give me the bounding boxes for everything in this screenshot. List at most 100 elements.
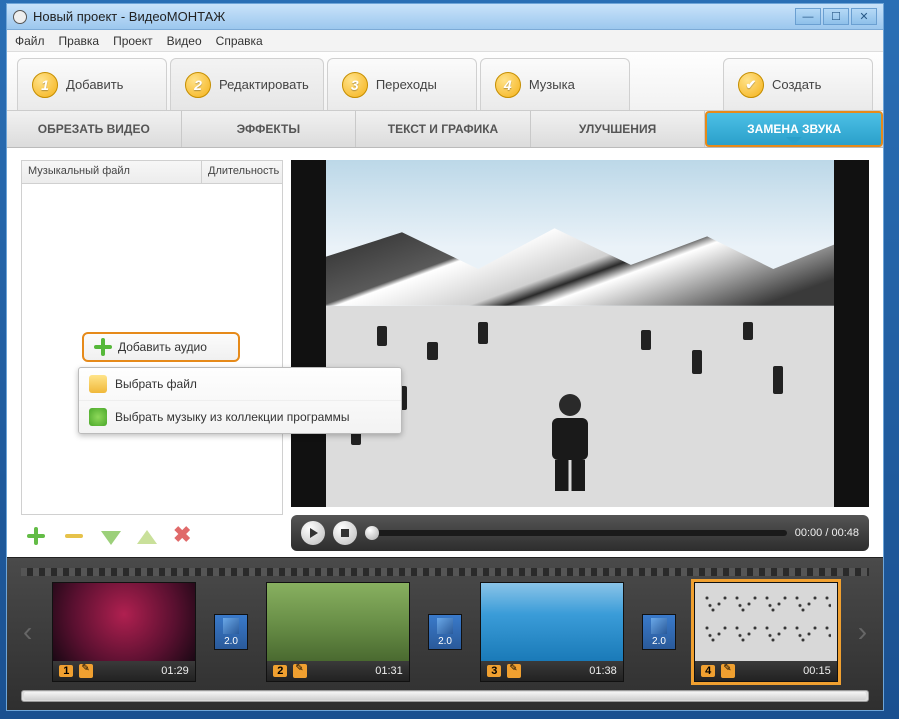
- window-title: Новый проект - ВидеоМОНТАЖ: [33, 9, 795, 24]
- step-music[interactable]: 4 Музыка: [480, 58, 630, 110]
- tab-improvements[interactable]: УЛУЧШЕНИЯ: [531, 111, 706, 147]
- step-label: Переходы: [376, 77, 437, 92]
- add-icon[interactable]: [25, 525, 47, 547]
- clip-duration: 01:29: [161, 665, 189, 677]
- audio-list-body: Добавить аудио с диска Выбрать файл Выбр…: [21, 184, 283, 515]
- dropdown-choose-library[interactable]: Выбрать музыку из коллекции программы: [79, 401, 401, 433]
- step-label: Музыка: [529, 77, 575, 92]
- step-number-icon: 2: [185, 72, 211, 98]
- clip-number: 4: [701, 665, 715, 677]
- plus-icon: [94, 338, 112, 356]
- edit-clip-icon[interactable]: [507, 664, 521, 678]
- step-transitions[interactable]: 3 Переходы: [327, 58, 477, 110]
- clip-duration: 01:31: [375, 665, 403, 677]
- move-down-icon[interactable]: [101, 531, 121, 545]
- step-edit[interactable]: 2 Редактировать: [170, 58, 324, 110]
- clip-2[interactable]: 2 01:31: [266, 582, 409, 682]
- clips-row: ‹ 1 01:29 2.0 2 01:31: [21, 582, 869, 682]
- timeline-scrollbar[interactable]: [21, 690, 869, 702]
- play-button[interactable]: [301, 521, 325, 545]
- audio-list-header: Музыкальный файл Длительность: [21, 160, 283, 184]
- stop-button[interactable]: [333, 521, 357, 545]
- menubar: Файл Правка Проект Видео Справка: [7, 30, 883, 52]
- wizard-steps: 1 Добавить 2 Редактировать 3 Переходы 4 …: [7, 52, 883, 110]
- folder-icon: [89, 375, 107, 393]
- edit-clip-icon[interactable]: [293, 664, 307, 678]
- maximize-button[interactable]: ☐: [823, 8, 849, 25]
- step-create[interactable]: Создать: [723, 58, 873, 110]
- step-number-icon: 4: [495, 72, 521, 98]
- clip-duration: 00:15: [803, 665, 831, 677]
- video-preview: [291, 160, 869, 507]
- step-label: Создать: [772, 77, 821, 92]
- close-button[interactable]: ✕: [851, 8, 877, 25]
- clip-thumbnail: [53, 583, 194, 661]
- menu-project[interactable]: Проект: [113, 34, 153, 48]
- titlebar: Новый проект - ВидеоМОНТАЖ — ☐ ✕: [7, 4, 883, 30]
- transition-icon: [223, 618, 239, 634]
- menu-video[interactable]: Видео: [167, 34, 202, 48]
- preview-panel: 00:00 / 00:48: [291, 160, 869, 551]
- edit-clip-icon[interactable]: [79, 664, 93, 678]
- film-strip-decor: [21, 568, 869, 576]
- app-window: Новый проект - ВидеоМОНТАЖ — ☐ ✕ Файл Пр…: [6, 3, 884, 711]
- audio-toolbar: ✖: [21, 515, 283, 551]
- player-controls: 00:00 / 00:48: [291, 515, 869, 551]
- clip-1[interactable]: 1 01:29: [52, 582, 195, 682]
- menu-help[interactable]: Справка: [216, 34, 263, 48]
- transition-duration: 2.0: [652, 636, 666, 647]
- transition-icon: [651, 618, 667, 634]
- audio-panel: Музыкальный файл Длительность Добавить а…: [21, 160, 283, 551]
- timeline-prev-icon[interactable]: ‹: [21, 616, 34, 648]
- tab-crop[interactable]: ОБРЕЗАТЬ ВИДЕО: [7, 111, 182, 147]
- time-display: 00:00 / 00:48: [795, 527, 859, 539]
- transition-duration: 2.0: [438, 636, 452, 647]
- transition-duration: 2.0: [224, 636, 238, 647]
- clip-3[interactable]: 3 01:38: [480, 582, 623, 682]
- clip-thumbnail: [267, 583, 408, 661]
- clip-duration: 01:38: [589, 665, 617, 677]
- scrollbar-thumb[interactable]: [24, 692, 866, 700]
- delete-icon[interactable]: ✖: [173, 525, 195, 547]
- step-number-icon: 1: [32, 72, 58, 98]
- seek-handle[interactable]: [365, 526, 379, 540]
- move-up-icon[interactable]: [137, 530, 157, 544]
- edit-subtabs: ОБРЕЗАТЬ ВИДЕО ЭФФЕКТЫ ТЕКСТ И ГРАФИКА У…: [7, 110, 883, 148]
- music-icon: [89, 408, 107, 426]
- menu-edit[interactable]: Правка: [59, 34, 100, 48]
- clip-thumbnail: [695, 583, 836, 661]
- dropdown-choose-file[interactable]: Выбрать файл: [79, 368, 401, 401]
- dropdown-item-label: Выбрать музыку из коллекции программы: [115, 410, 349, 424]
- minimize-button[interactable]: —: [795, 8, 821, 25]
- tab-effects[interactable]: ЭФФЕКТЫ: [182, 111, 357, 147]
- col-duration: Длительность: [202, 161, 282, 183]
- col-music-file: Музыкальный файл: [22, 161, 202, 183]
- step-label: Добавить: [66, 77, 123, 92]
- timeline: ‹ 1 01:29 2.0 2 01:31: [7, 557, 883, 710]
- transition-icon: [437, 618, 453, 634]
- transition-2[interactable]: 2.0: [428, 614, 463, 650]
- add-audio-dropdown: Выбрать файл Выбрать музыку из коллекции…: [78, 367, 402, 434]
- step-number-icon: 3: [342, 72, 368, 98]
- edit-clip-icon[interactable]: [721, 664, 735, 678]
- add-audio-label: Добавить аудио: [118, 340, 207, 354]
- app-icon: [13, 10, 27, 24]
- timeline-next-icon[interactable]: ›: [856, 616, 869, 648]
- clip-number: 1: [59, 665, 73, 677]
- clip-number: 3: [487, 665, 501, 677]
- transition-1[interactable]: 2.0: [214, 614, 249, 650]
- check-icon: [738, 72, 764, 98]
- dropdown-item-label: Выбрать файл: [115, 377, 197, 391]
- remove-icon[interactable]: [63, 525, 85, 547]
- tab-replace-audio[interactable]: ЗАМЕНА ЗВУКА: [705, 111, 883, 147]
- step-add[interactable]: 1 Добавить: [17, 58, 167, 110]
- clip-number: 2: [273, 665, 287, 677]
- clip-4[interactable]: 4 00:15: [694, 582, 837, 682]
- step-label: Редактировать: [219, 77, 309, 92]
- menu-file[interactable]: Файл: [15, 34, 45, 48]
- add-audio-button[interactable]: Добавить аудио: [82, 332, 240, 362]
- transition-3[interactable]: 2.0: [642, 614, 677, 650]
- clip-thumbnail: [481, 583, 622, 661]
- tab-text-graphics[interactable]: ТЕКСТ И ГРАФИКА: [356, 111, 531, 147]
- seek-bar[interactable]: [365, 530, 787, 536]
